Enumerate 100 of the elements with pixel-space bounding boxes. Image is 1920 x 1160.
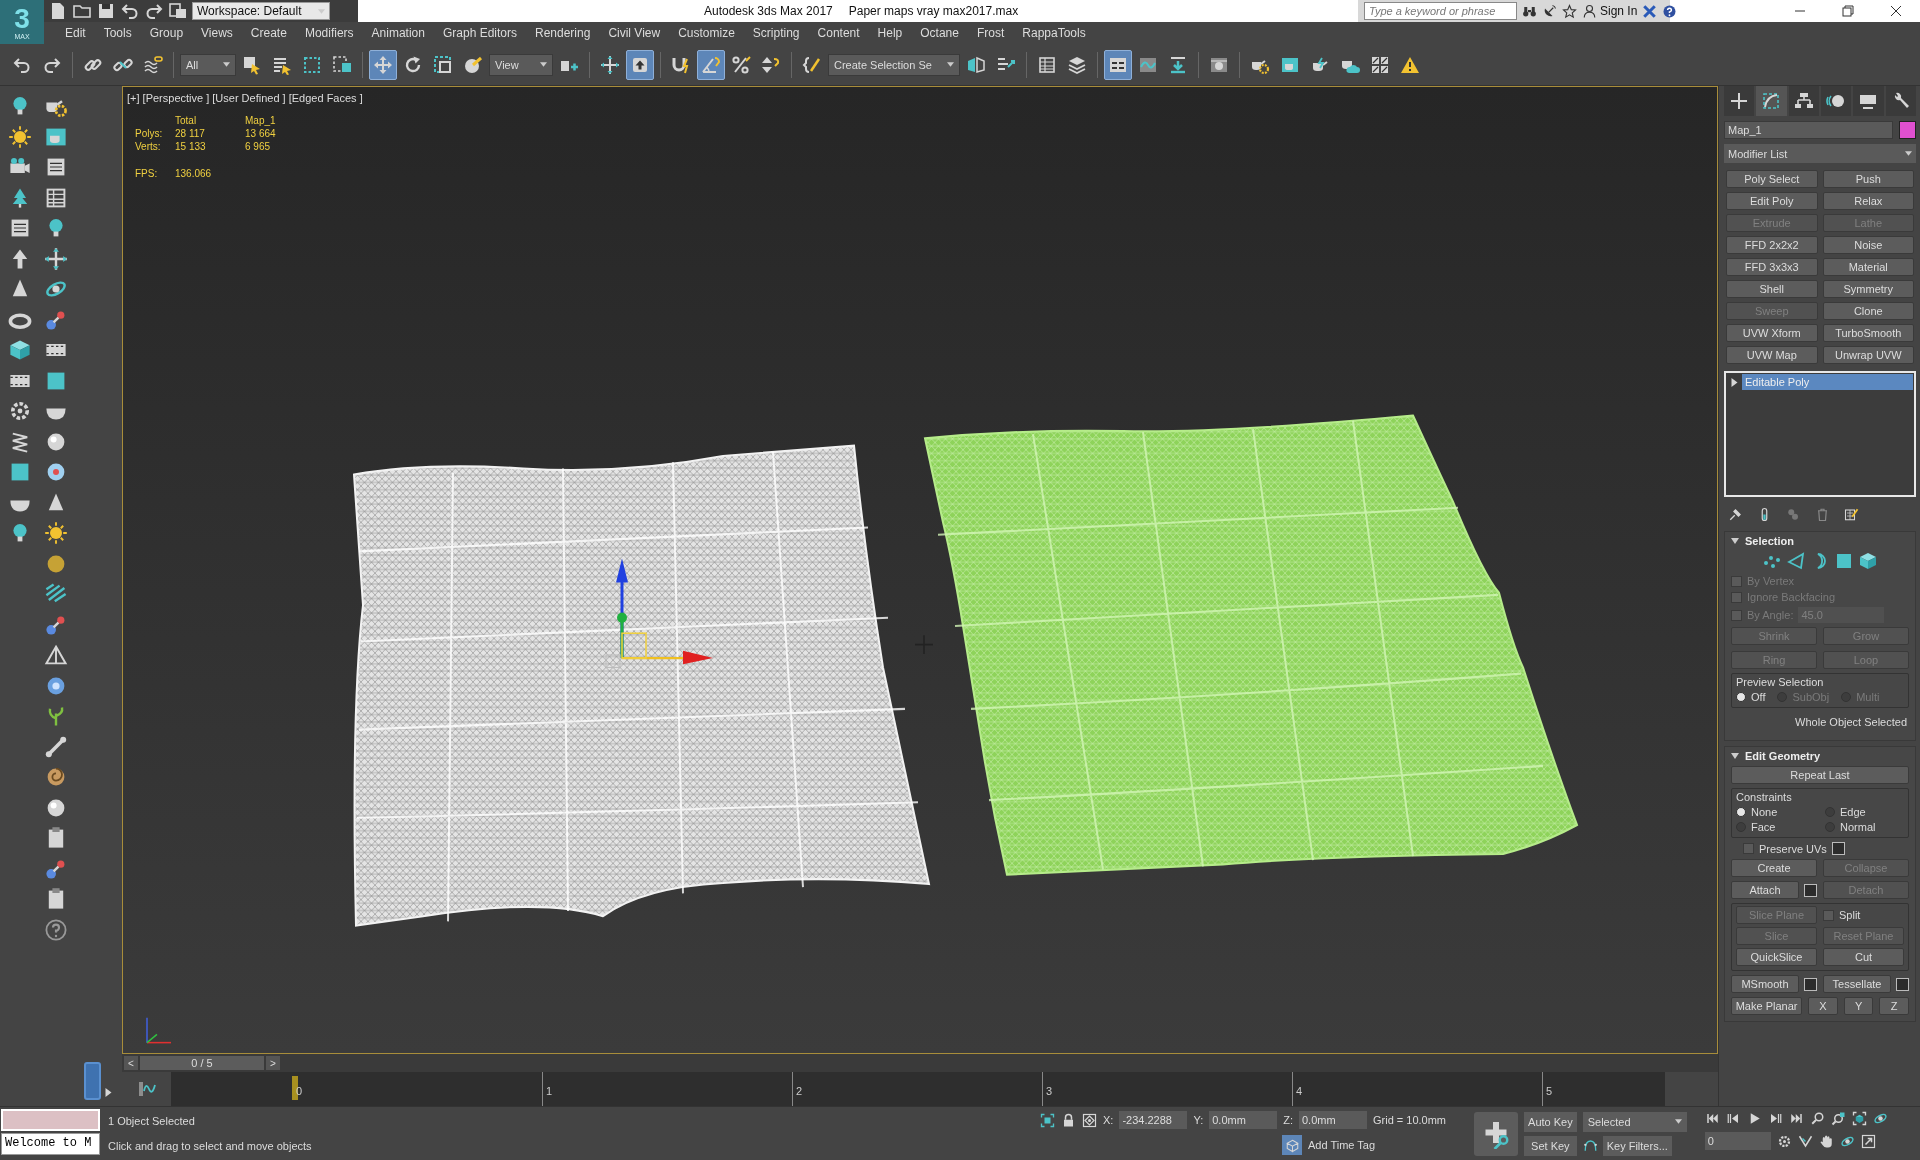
- menu-item[interactable]: Views: [192, 26, 242, 40]
- previous-frame-button[interactable]: <: [124, 1056, 138, 1070]
- set-key-mode-button[interactable]: Set Key: [1524, 1135, 1577, 1156]
- prompt-text: Click and drag to select and move objects: [108, 1139, 313, 1152]
- panel-button[interactable]: MSmooth: [1731, 975, 1799, 993]
- menu-item[interactable]: Content: [808, 26, 869, 40]
- panel-button[interactable]: Poly Select: [1726, 170, 1818, 188]
- menu-item[interactable]: Graph Editors: [433, 26, 526, 40]
- coordinate-label: X:: [1103, 1114, 1114, 1126]
- frame-number: 2: [796, 1085, 803, 1097]
- panel-button[interactable]: UVW Xform: [1726, 324, 1818, 342]
- coordinate-field[interactable]: 0.0mm: [1299, 1111, 1367, 1129]
- modifier-list-dropdown[interactable]: Modifier List: [1724, 144, 1916, 163]
- panel-button[interactable]: FFD 3x3x3: [1726, 258, 1818, 276]
- frame-number: 5: [1546, 1085, 1553, 1097]
- toolbar-dropdown[interactable]: View: [489, 53, 553, 76]
- panel-button[interactable]: Attach: [1731, 881, 1799, 899]
- panel-button[interactable]: Symmetry: [1822, 280, 1914, 298]
- menu-item[interactable]: Frost: [967, 26, 1014, 40]
- file-title: Paper maps vray max2017.max: [848, 4, 1019, 18]
- menu-item[interactable]: RappaTools: [1013, 26, 1095, 40]
- stats-value: 28 117: [175, 128, 206, 139]
- selection-status: Whole Object Selected: [1794, 715, 1908, 730]
- panel-button[interactable]: QuickSlice: [1736, 948, 1817, 966]
- panel-button[interactable]: TurboSmooth: [1822, 324, 1914, 342]
- menu-item[interactable]: Rendering: [526, 26, 600, 40]
- rollout-title[interactable]: Selection: [1745, 535, 1794, 547]
- menu-item[interactable]: Help: [868, 26, 912, 40]
- panel-button[interactable]: X: [1808, 997, 1838, 1015]
- sign-in-button[interactable]: Sign In: [1582, 3, 1638, 19]
- stats-header: Map_1: [245, 115, 277, 126]
- toolbar-dropdown[interactable]: Create Selection Se: [828, 53, 960, 76]
- radio-label: Off: [1751, 691, 1766, 703]
- grid-size: Grid = 10.0mm: [1373, 1114, 1447, 1126]
- search-field[interactable]: Type a keyword or phrase: [1364, 2, 1517, 20]
- auto-key-button[interactable]: Auto Key: [1524, 1111, 1577, 1132]
- coordinate-label: Z:: [1283, 1114, 1293, 1126]
- viewport-label[interactable]: [+] [Perspective ] [User Defined ] [Edged Faces ]: [127, 92, 363, 104]
- maxscript-listener[interactable]: Welcome to M: [1, 1133, 100, 1155]
- panel-button[interactable]: Shell: [1726, 280, 1818, 298]
- menu-item[interactable]: Scripting: [743, 26, 809, 40]
- panel-button[interactable]: Noise: [1822, 236, 1914, 254]
- panel-button[interactable]: Material: [1822, 258, 1914, 276]
- radio-label: Normal: [1840, 821, 1876, 833]
- panel-button[interactable]: Relax: [1822, 192, 1914, 210]
- selection-status: 1 Object Selected: [108, 1115, 196, 1128]
- menu-item[interactable]: Animation: [362, 26, 434, 40]
- frame-number: 1: [546, 1085, 553, 1097]
- panel-button[interactable]: Repeat Last: [1731, 766, 1909, 784]
- panel-button[interactable]: Edit Poly: [1726, 192, 1818, 210]
- panel-button[interactable]: FFD 2x2x2: [1726, 236, 1818, 254]
- group-title: Preview Selection: [1736, 676, 1825, 688]
- menu-item[interactable]: Edit: [56, 26, 95, 40]
- stack-item[interactable]: Editable Poly: [1742, 374, 1913, 390]
- stats-value: 6 965: [245, 141, 272, 152]
- menu-item[interactable]: Octane: [911, 26, 968, 40]
- panel-button[interactable]: Unwrap UVW: [1822, 346, 1914, 364]
- frame-number: 3: [1046, 1085, 1053, 1097]
- menu-item[interactable]: Civil View: [599, 26, 670, 40]
- time-tag-label: Add Time Tag: [1308, 1139, 1376, 1151]
- stats-value: 15 133: [175, 141, 207, 152]
- radio-label: Face: [1751, 821, 1776, 833]
- panel-button[interactable]: Make Planar: [1731, 997, 1803, 1015]
- stats-value: 13 664: [245, 128, 277, 139]
- object-name-field[interactable]: Map_1: [1724, 121, 1893, 139]
- panel-button[interactable]: UVW Map: [1726, 346, 1818, 364]
- workspace-dropdown[interactable]: Workspace: Default: [192, 2, 330, 20]
- stats-label: Verts:: [135, 141, 162, 152]
- coordinate-field[interactable]: 0.0mm: [1209, 1111, 1278, 1129]
- window-title: Autodesk 3ds Max 2017: [704, 4, 833, 18]
- group-title: Constraints: [1736, 791, 1793, 803]
- menu-item[interactable]: Group: [140, 26, 193, 40]
- menu-item[interactable]: Customize: [669, 26, 744, 40]
- radio-label: None: [1751, 806, 1778, 818]
- toolbar-dropdown[interactable]: All: [180, 53, 236, 76]
- panel-button[interactable]: Tessellate: [1823, 975, 1891, 993]
- coordinate-field[interactable]: -234.2288: [1119, 1111, 1188, 1129]
- panel-button[interactable]: Z: [1879, 997, 1909, 1015]
- menu-item[interactable]: Tools: [94, 26, 141, 40]
- frame-number: 4: [1296, 1085, 1303, 1097]
- radio-label: Edge: [1840, 806, 1866, 818]
- panel-button[interactable]: Create: [1731, 859, 1817, 877]
- panel-button[interactable]: Cut: [1823, 948, 1904, 966]
- key-filters-button[interactable]: Key Filters...: [1602, 1135, 1672, 1156]
- menu-item[interactable]: Modifiers: [295, 26, 363, 40]
- time-slider-thumb[interactable]: 0 / 5: [140, 1056, 264, 1070]
- checkbox-label: Split: [1839, 909, 1861, 921]
- rollout-title[interactable]: Edit Geometry: [1745, 750, 1821, 762]
- frame-field[interactable]: 0: [1704, 1132, 1771, 1150]
- menu-item[interactable]: Create: [241, 26, 296, 40]
- panel-button[interactable]: Push: [1822, 170, 1914, 188]
- next-frame-button[interactable]: >: [266, 1056, 280, 1070]
- panel-button[interactable]: Clone: [1822, 302, 1914, 320]
- stats-header: Total: [175, 115, 198, 126]
- panel-button[interactable]: Y: [1843, 997, 1874, 1015]
- stats-value: 136.066: [175, 168, 213, 179]
- stats-label: Polys:: [135, 128, 164, 139]
- checkbox-label: Preserve UVs: [1759, 842, 1827, 855]
- coordinate-label: Y:: [1193, 1114, 1204, 1126]
- key-mode-dropdown[interactable]: Selected: [1582, 1111, 1687, 1132]
